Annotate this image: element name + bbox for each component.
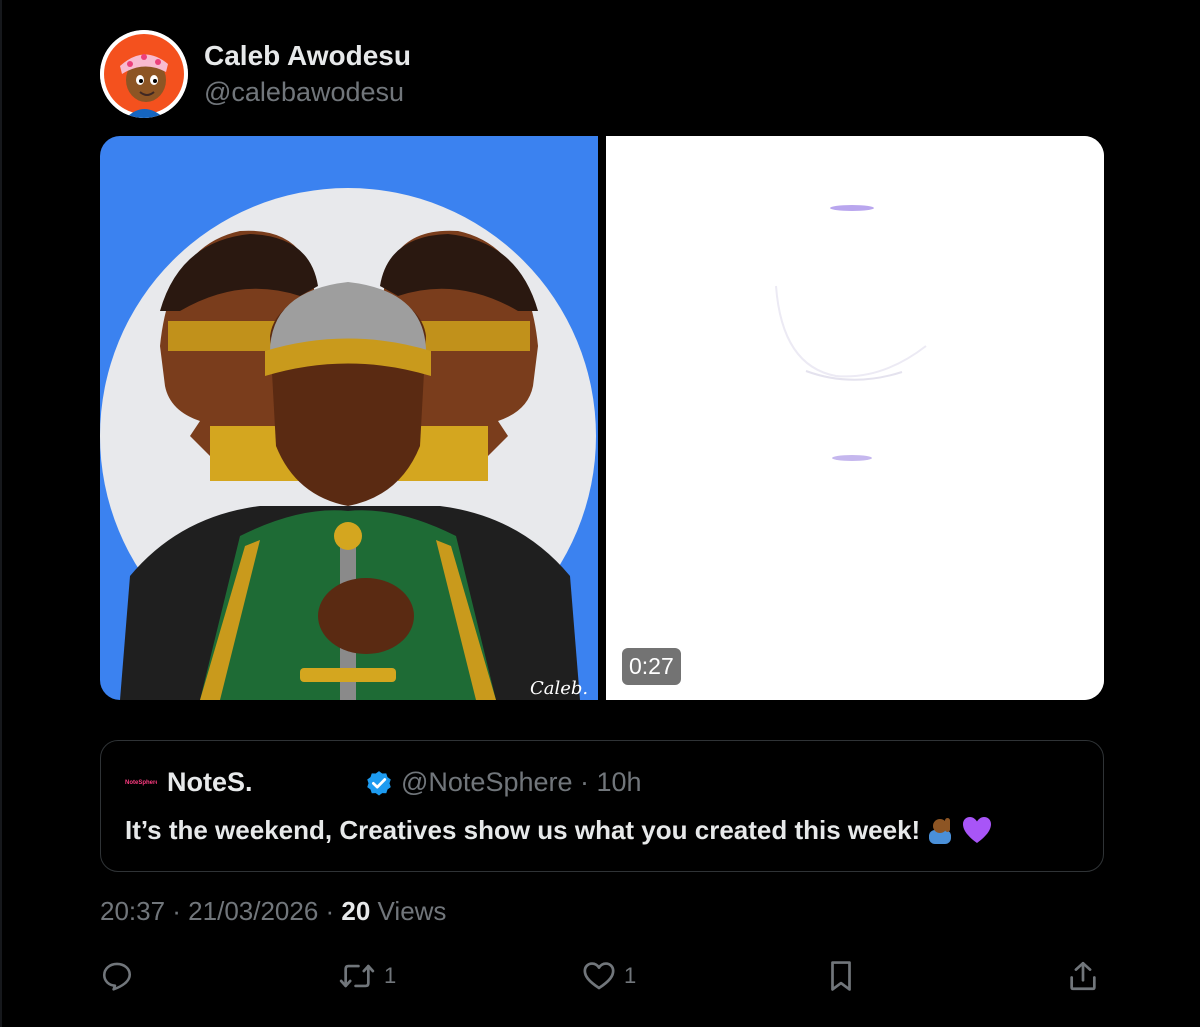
repost-button[interactable]: 1	[338, 958, 396, 994]
author-display-name[interactable]: Caleb Awodesu	[204, 40, 411, 72]
quoted-post-text-body: It’s the weekend, Creatives show us what…	[125, 815, 921, 845]
author-handle[interactable]: @calebawodesu	[204, 77, 404, 108]
verified-badge-icon	[367, 771, 391, 796]
views-count: 20	[341, 896, 371, 926]
repost-count: 1	[384, 963, 397, 988]
like-button[interactable]: 1	[582, 958, 636, 994]
author-avatar[interactable]	[100, 30, 188, 118]
video-player[interactable]: 0:27	[606, 136, 1104, 700]
reply-button[interactable]	[100, 958, 142, 994]
quoted-post-text: It’s the weekend, Creatives show us what…	[125, 815, 992, 846]
quoted-post-card[interactable]: NoteSphere NoteS. @NoteSphere · 10h It’s…	[100, 740, 1104, 872]
post-meta: 20:37 · 21/03/2026 · 20 Views	[100, 896, 446, 927]
quoted-post-handle-time[interactable]: @NoteSphere · 10h	[401, 767, 642, 798]
media-grid: Caleb. 0:27	[100, 136, 1104, 700]
heart-icon	[583, 962, 615, 990]
video-duration-badge: 0:27	[622, 648, 681, 685]
artwork-signature: Caleb.	[530, 678, 588, 699]
share-icon	[1070, 961, 1096, 991]
quoted-post-author-name[interactable]: NoteS.	[167, 767, 253, 798]
repost-icon	[339, 964, 375, 988]
artwork-image[interactable]: Caleb.	[100, 136, 598, 700]
purple-heart-emoji-icon	[963, 817, 992, 843]
bookmark-button[interactable]	[826, 958, 856, 994]
post-timestamp[interactable]: 20:37 · 21/03/2026 ·	[100, 896, 341, 926]
share-button[interactable]	[1066, 958, 1100, 994]
views-label: Views	[370, 896, 447, 926]
reply-icon	[102, 962, 132, 991]
like-count: 1	[624, 963, 637, 988]
person-raising-hand-emoji-icon	[929, 818, 952, 844]
bookmark-icon	[831, 961, 851, 991]
column-divider	[0, 0, 2, 1027]
notesphere-logo: NoteSphere	[125, 780, 157, 786]
